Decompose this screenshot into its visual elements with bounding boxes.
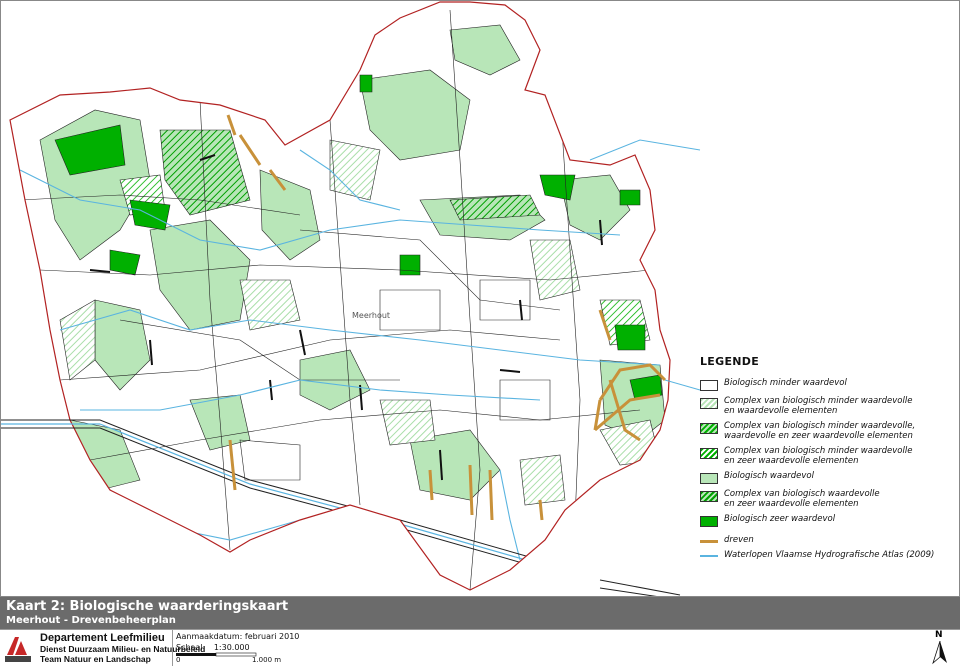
north-arrow-icon xyxy=(932,641,947,665)
map-title: Kaart 2: Biologische waarderingskaart xyxy=(6,599,289,614)
dept-team: Team Natuur en Landschap xyxy=(40,654,151,664)
legend-label: Biologisch zeer waardevol xyxy=(724,514,836,524)
title-bar: Kaart 2: Biologische waarderingskaart Me… xyxy=(0,597,960,629)
legend-label: Biologisch waardevol xyxy=(724,471,814,481)
dept-name: Departement Leefmilieu xyxy=(40,632,165,644)
legend-row: Complex van biologisch minder waardevoll… xyxy=(700,396,955,416)
north-label: N xyxy=(935,630,943,640)
legend-label: Complex van biologisch minder waardevoll… xyxy=(724,396,913,416)
scalebar-start: 0 xyxy=(176,656,181,664)
legend-swatch xyxy=(700,516,718,527)
legend-label-waterlopen: Waterlopen Vlaamse Hydrografische Atlas … xyxy=(724,550,935,560)
legend-row: Biologisch waardevol xyxy=(700,471,955,484)
legend-row: Complex van biologisch minder waardevoll… xyxy=(700,446,955,466)
legend-row-waterlopen: Waterlopen Vlaamse Hydrografische Atlas … xyxy=(700,550,955,560)
legend-label: Biologisch minder waardevol xyxy=(724,378,847,388)
legend-row-dreven: dreven xyxy=(700,535,955,545)
dreven-swatch xyxy=(700,540,718,543)
legend-label: Complex van biologisch minder waardevoll… xyxy=(724,421,916,441)
scalebar-end: 1.000 m xyxy=(252,656,282,664)
legend-row: Biologisch zeer waardevol xyxy=(700,514,955,527)
legend-swatch xyxy=(700,423,718,434)
scale-value: 1:30.000 xyxy=(213,643,250,652)
legend-swatch xyxy=(700,448,718,459)
legend-swatch xyxy=(700,473,718,484)
legend-row: Complex van biologisch minder waardevoll… xyxy=(700,421,955,441)
waterway-swatch xyxy=(700,555,718,557)
date-line: Aanmaakdatum: februari 2010 xyxy=(176,632,300,641)
legend-label: Complex van biologisch waardevolle en ze… xyxy=(724,489,880,509)
footer-divider xyxy=(172,630,173,666)
legend-swatch xyxy=(700,491,718,502)
map-subtitle: Meerhout - Drevenbeheerplan xyxy=(6,615,176,626)
legend-label-dreven: dreven xyxy=(724,535,754,545)
footer: Departement Leefmilieu Dienst Duurzaam M… xyxy=(0,629,960,666)
legend-row: Complex van biologisch waardevolle en ze… xyxy=(700,489,955,509)
legend-label: Complex van biologisch minder waardevoll… xyxy=(724,446,913,466)
legend-title: LEGENDE xyxy=(700,355,760,368)
place-label: Meerhout xyxy=(352,311,390,320)
scale-row: Schaal: 1:30.000 xyxy=(176,643,250,652)
legend-swatch xyxy=(700,398,718,409)
legend-row: Biologisch minder waardevol xyxy=(700,378,955,391)
scale-label: Schaal: xyxy=(176,643,206,652)
legend: LEGENDE Biologisch minder waardevol Compl… xyxy=(700,355,955,565)
province-logo-icon xyxy=(5,637,31,662)
legend-swatch xyxy=(700,380,718,391)
